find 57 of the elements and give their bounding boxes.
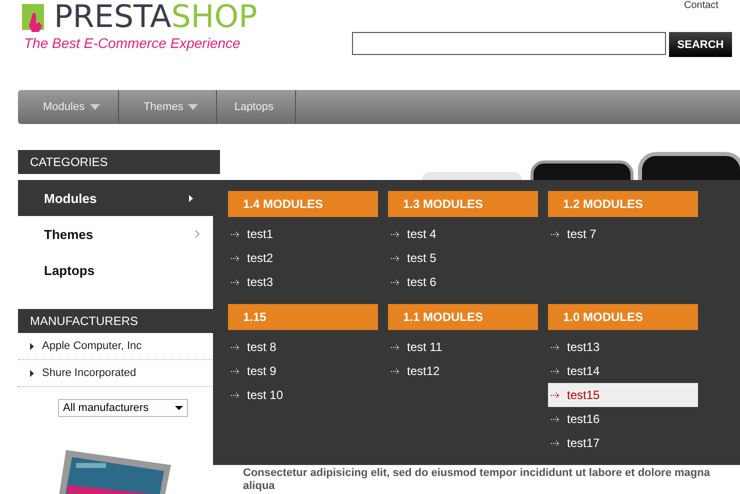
search-button[interactable]: SEARCH (669, 32, 732, 57)
arrow-icon (391, 344, 402, 350)
tagline: The Best E-Commerce Experience (24, 35, 240, 51)
menu-link[interactable]: test 8 (228, 335, 378, 359)
arrow-icon (551, 344, 562, 350)
menu-link[interactable]: test1 (228, 222, 378, 246)
menu-link[interactable]: test 9 (228, 359, 378, 383)
menu-link[interactable]: test15 (548, 383, 698, 407)
caret-icon (175, 406, 183, 410)
arrow-icon (391, 278, 402, 286)
arrow-icon (391, 254, 402, 262)
menu-link[interactable]: test16 (548, 407, 698, 431)
menu-link[interactable]: test14 (548, 359, 698, 383)
arrow-icon (391, 368, 402, 374)
arrow-icon (551, 230, 562, 238)
manufacturer-select[interactable]: All manufacturers (58, 399, 188, 417)
menu-group-header: 1.4 MODULES (228, 191, 378, 217)
caret-icon (188, 104, 198, 110)
arrow-icon (391, 230, 402, 238)
menu-group-header: 1.15 (228, 304, 378, 330)
menu-link[interactable]: test 6 (388, 270, 538, 294)
arrow-icon (231, 368, 242, 374)
description-text: Consectetur adipisicing elit, sed do eiusmod tempor incididunt ut labore et dolore magna aliqua (243, 467, 711, 493)
chevron-icon (195, 230, 200, 238)
menu-link[interactable]: test 11 (388, 335, 538, 359)
arrow-icon (551, 368, 562, 374)
arrow-icon (231, 230, 242, 238)
menu-group-header: 1.0 MODULES (548, 304, 698, 330)
menu-link[interactable]: test3 (228, 270, 378, 294)
category-item[interactable]: Themes (18, 216, 220, 252)
logo-text: PRESTASHOP (54, 0, 258, 34)
menu-link[interactable]: test 10 (228, 383, 378, 407)
menu-link[interactable]: test2 (228, 246, 378, 270)
arrow-icon (231, 392, 242, 398)
arrow-icon (189, 194, 193, 202)
arrow-icon (551, 416, 562, 422)
menu-group-header: 1.1 MODULES (388, 304, 538, 330)
arrow-icon (551, 440, 562, 446)
menu-link[interactable]: test 7 (548, 222, 698, 246)
arrow-icon (551, 392, 562, 398)
category-item[interactable]: Modules (18, 180, 213, 216)
caret-icon (90, 104, 100, 110)
contact-link[interactable]: Contact (684, 0, 718, 11)
menu-link[interactable]: test17 (548, 431, 698, 455)
arrow-icon (231, 344, 242, 350)
menu-group-header: 1.2 MODULES (548, 191, 698, 217)
arrow-icon (30, 342, 34, 350)
menu-link[interactable]: test 5 (388, 246, 538, 270)
menu-group-header: 1.3 MODULES (388, 191, 538, 217)
menu-link[interactable]: test13 (548, 335, 698, 359)
arrow-icon (30, 370, 34, 376)
search-field[interactable] (352, 32, 666, 55)
arrow-icon (231, 278, 242, 286)
categories-header: CATEGORIES (18, 150, 220, 174)
menu-link[interactable]: test 4 (388, 222, 538, 246)
menu-link[interactable]: test12 (388, 359, 538, 383)
arrow-icon (231, 254, 242, 262)
